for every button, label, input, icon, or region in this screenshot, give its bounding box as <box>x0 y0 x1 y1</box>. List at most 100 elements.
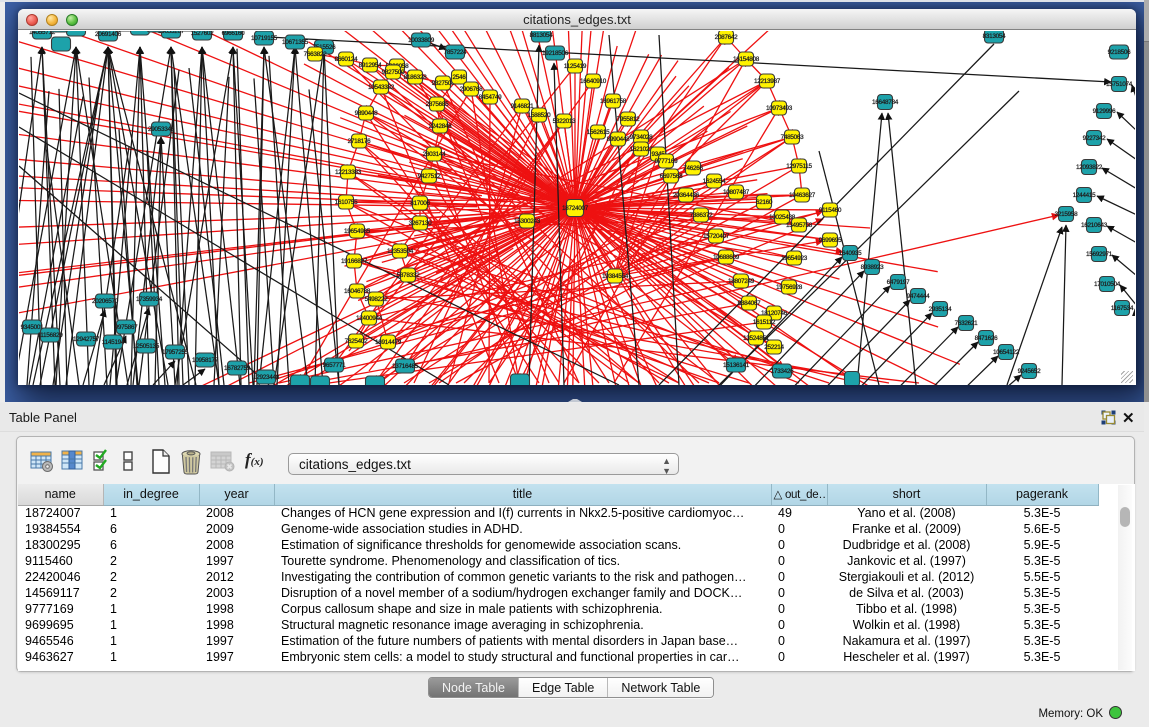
svg-text:8912954: 8912954 <box>359 62 383 69</box>
svg-text:11156829: 11156829 <box>37 332 63 339</box>
svg-text:10807487: 10807487 <box>723 189 750 196</box>
svg-text:9146821: 9146821 <box>511 103 535 110</box>
svg-text:2803144: 2803144 <box>423 151 447 158</box>
svg-text:2935134: 2935134 <box>929 306 953 313</box>
svg-text:16210643: 16210643 <box>1081 222 1108 229</box>
svg-text:8660124: 8660124 <box>335 56 359 63</box>
svg-text:15136141: 15136141 <box>723 362 750 369</box>
svg-text:12923448: 12923448 <box>253 374 280 381</box>
svg-text:7663822: 7663822 <box>304 51 328 58</box>
svg-text:16914479: 16914479 <box>375 339 402 346</box>
svg-text:5322013: 5322013 <box>553 118 577 125</box>
svg-text:13524851: 13524851 <box>743 335 770 342</box>
svg-text:10033809: 10033809 <box>408 37 435 44</box>
svg-text:12093822: 12093822 <box>1076 164 1103 171</box>
svg-text:2087642: 2087642 <box>715 34 739 41</box>
svg-text:10719155: 10719155 <box>251 35 278 42</box>
svg-text:1145194: 1145194 <box>102 339 125 346</box>
svg-text:1733426: 1733426 <box>771 368 795 375</box>
svg-text:817006: 817006 <box>410 200 430 207</box>
svg-text:8938923: 8938923 <box>861 264 885 271</box>
svg-text:1527602: 1527602 <box>191 31 215 37</box>
svg-text:12353594: 12353594 <box>387 248 414 255</box>
svg-text:8454749: 8454749 <box>479 94 503 101</box>
svg-text:10958177: 10958177 <box>192 357 219 364</box>
svg-text:17957255: 17957255 <box>162 349 189 356</box>
svg-text:12213987: 12213987 <box>754 78 781 85</box>
svg-text:9129996: 9129996 <box>1093 108 1117 115</box>
svg-text:16046788: 16046788 <box>344 288 371 295</box>
svg-text:20691406: 20691406 <box>95 31 122 38</box>
svg-text:17359934: 17359934 <box>136 296 163 303</box>
svg-text:62160: 62160 <box>756 199 773 206</box>
svg-text:9227342: 9227342 <box>1083 135 1107 142</box>
svg-text:1640935: 1640935 <box>839 250 863 257</box>
svg-text:3267130: 3267130 <box>409 220 433 227</box>
svg-text:2875685: 2875685 <box>426 101 450 108</box>
svg-text:19166827: 19166827 <box>341 258 368 265</box>
svg-text:3215958: 3215958 <box>1055 211 1079 218</box>
svg-text:19756928: 19756928 <box>776 284 803 291</box>
svg-text:746266: 746266 <box>683 165 703 172</box>
svg-text:18807249: 18807249 <box>728 278 755 285</box>
svg-text:1624554: 1624554 <box>703 178 727 185</box>
svg-text:16154808: 16154808 <box>733 56 760 63</box>
svg-text:9245652: 9245652 <box>1018 368 1042 375</box>
svg-text:5498222: 5498222 <box>365 296 389 303</box>
svg-text:9975867: 9975867 <box>115 324 139 331</box>
svg-text:1562615: 1562615 <box>587 129 611 136</box>
svg-text:5878332: 5878332 <box>397 272 421 279</box>
svg-text:13495758: 13495758 <box>786 222 813 229</box>
svg-text:7625402: 7625402 <box>345 338 369 345</box>
svg-text:2546: 2546 <box>452 74 466 81</box>
svg-text:8313054: 8313054 <box>983 33 1007 40</box>
svg-text:252214: 252214 <box>764 344 784 351</box>
svg-text:19463627: 19463627 <box>789 192 816 199</box>
svg-text:9777169: 9777169 <box>655 158 679 165</box>
svg-text:10688609: 10688609 <box>713 254 740 261</box>
svg-text:2718176: 2718176 <box>348 138 372 145</box>
svg-text:12505135: 12505135 <box>133 343 160 350</box>
svg-text:16640910: 16640910 <box>580 78 607 85</box>
svg-text:1588520: 1588520 <box>528 112 552 119</box>
svg-text:1615112: 1615112 <box>753 319 776 326</box>
svg-text:12213383: 12213383 <box>335 169 362 176</box>
svg-text:8471626: 8471626 <box>975 335 999 342</box>
svg-text:8186328: 8186328 <box>404 74 428 81</box>
svg-text:20364436: 20364436 <box>673 192 700 199</box>
svg-text:15720407: 15720407 <box>703 233 730 240</box>
svg-text:9734028: 9734028 <box>630 134 654 141</box>
svg-text:10543382: 10543382 <box>368 84 395 91</box>
svg-text:18724007: 18724007 <box>562 205 589 212</box>
svg-text:15692971: 15692971 <box>1086 251 1113 258</box>
svg-text:19654985: 19654985 <box>344 228 371 235</box>
svg-text:16782759: 16782759 <box>224 365 251 372</box>
svg-text:9115460: 9115460 <box>819 207 842 214</box>
svg-text:13716485: 13716485 <box>392 363 419 370</box>
svg-text:7857224: 7857224 <box>444 49 468 56</box>
svg-text:12942757: 12942757 <box>73 336 100 343</box>
svg-text:2906768: 2906768 <box>460 86 484 93</box>
svg-text:19654923: 19654923 <box>781 255 808 262</box>
svg-text:17010504: 17010504 <box>1094 281 1121 288</box>
svg-text:8813054: 8813054 <box>530 32 554 39</box>
svg-text:10654122: 10654122 <box>993 349 1020 356</box>
svg-text:9890448: 9890448 <box>355 110 379 117</box>
svg-text:8990448: 8990448 <box>607 136 631 143</box>
svg-text:9384067: 9384067 <box>738 300 762 307</box>
svg-text:15300243: 15300243 <box>514 218 541 225</box>
svg-text:9218506: 9218506 <box>1108 49 1132 56</box>
svg-text:20206570: 20206570 <box>92 298 119 305</box>
svg-text:10973493: 10973493 <box>766 105 793 112</box>
svg-text:7485063: 7485063 <box>781 134 805 141</box>
svg-text:10671355: 10671355 <box>282 39 309 46</box>
svg-text:19218506: 19218506 <box>542 50 569 57</box>
svg-text:29053346: 29053346 <box>148 126 175 133</box>
svg-text:15751074: 15751074 <box>1106 81 1133 88</box>
svg-text:1125419: 1125419 <box>564 63 587 70</box>
svg-text:9427512: 9427512 <box>418 173 442 180</box>
svg-text:9699695: 9699695 <box>819 237 843 244</box>
svg-text:12400944: 12400944 <box>356 315 383 322</box>
svg-text:9657771: 9657771 <box>323 362 347 369</box>
svg-text:2242848: 2242848 <box>429 123 453 130</box>
